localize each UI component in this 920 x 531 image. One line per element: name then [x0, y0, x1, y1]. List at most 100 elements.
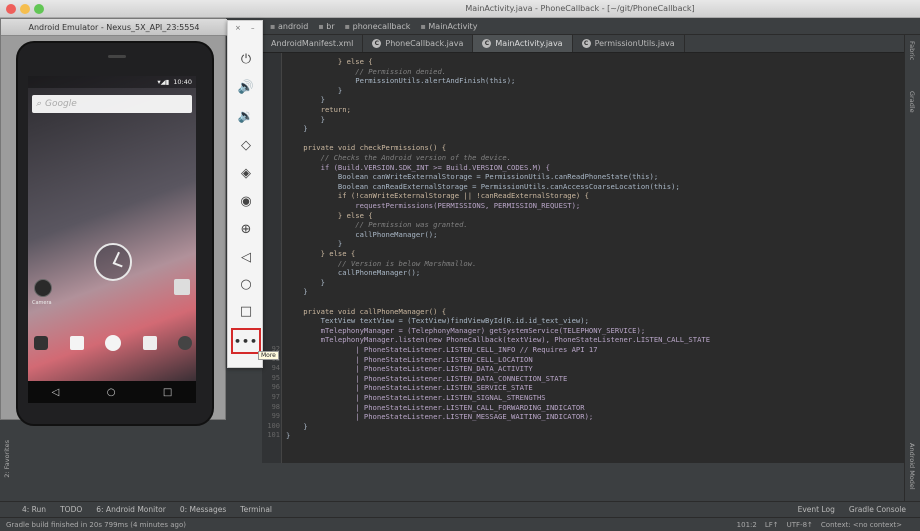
caret-position[interactable]: 101:2 [737, 521, 757, 529]
google-search-bar[interactable]: ⌕ Google [32, 95, 192, 113]
back-icon[interactable]: ◁ [234, 245, 258, 269]
code-line[interactable]: private void callPhoneManager() { [286, 307, 446, 316]
tab-label: AndroidManifest.xml [271, 39, 354, 48]
close-window-icon[interactable] [6, 4, 16, 14]
code-line[interactable]: callPhoneManager(); [286, 268, 420, 277]
tab-label: PermissionUtils.java [594, 39, 675, 48]
volume-down-icon[interactable]: 🔉 [234, 104, 258, 128]
code-line[interactable]: | PhoneStateListener.LISTEN_DATA_CONNECT… [286, 374, 567, 383]
code-line[interactable]: } [286, 287, 307, 296]
browser-app-icon[interactable] [178, 336, 192, 350]
code-line[interactable]: if (!canWriteExternalStorage || !canRead… [286, 191, 589, 200]
tab-phonecallback[interactable]: C PhoneCallback.java [363, 35, 474, 52]
code-line[interactable]: } [286, 431, 290, 440]
context-indicator[interactable]: Context: <no context> [821, 521, 902, 529]
code-line[interactable]: // Permission denied. [286, 67, 446, 76]
code-line[interactable]: } [286, 422, 307, 431]
search-icon: ⌕ [36, 99, 42, 109]
gradle-tool-button[interactable]: Gradle [908, 91, 916, 113]
window-title: MainActivity.java - PhoneCallback - [~/g… [465, 4, 695, 13]
code-area[interactable]: } else { // Permission denied. Permissio… [262, 53, 904, 463]
nav-recents-icon[interactable]: □ [163, 387, 172, 398]
breadcrumb-br[interactable]: br [318, 22, 334, 31]
rotate-right-icon[interactable]: ◈ [234, 161, 258, 185]
code-line[interactable]: PermissionUtils.alertAndFinish(this); [286, 76, 515, 85]
code-line[interactable]: } [286, 115, 325, 124]
app-drawer-icon[interactable] [105, 335, 121, 351]
code-line[interactable]: | PhoneStateListener.LISTEN_DATA_ACTIVIT… [286, 364, 532, 373]
event-log-button[interactable]: Event Log [798, 505, 835, 514]
maximize-window-icon[interactable] [34, 4, 44, 14]
volume-up-icon[interactable]: 🔊 [234, 75, 258, 99]
code-line[interactable]: } else { [286, 57, 373, 66]
favorites-tool-button[interactable]: 2: Favorites [3, 440, 11, 478]
camera-icon[interactable]: ◉ [234, 189, 258, 213]
code-line[interactable]: | PhoneStateListener.LISTEN_MESSAGE_WAIT… [286, 412, 593, 421]
home-icon[interactable]: ○ [234, 272, 258, 296]
line-separator[interactable]: LF↑ [765, 521, 779, 529]
class-icon: C [372, 39, 382, 48]
code-line[interactable]: } [286, 124, 307, 133]
phone-screen[interactable]: ▾◢▮ 10:40 ⌕ Google Camera [28, 76, 196, 381]
code-line[interactable]: } [286, 239, 342, 248]
breadcrumb-mainactivity[interactable]: MainActivity [420, 22, 477, 31]
code-line[interactable]: callPhoneManager(); [286, 230, 437, 239]
code-line[interactable]: } else { [286, 211, 373, 220]
code-editor[interactable]: 9293949596979899100101 } else { // Permi… [262, 53, 904, 463]
terminal-tool-button[interactable]: Terminal [240, 505, 272, 514]
tab-androidmanifest[interactable]: AndroidManifest.xml [262, 35, 364, 52]
rotate-left-icon[interactable]: ◇ [234, 133, 258, 157]
code-line[interactable]: mTelephonyManager.listen(new PhoneCallba… [286, 335, 710, 344]
file-encoding[interactable]: UTF-8↑ [787, 521, 813, 529]
power-icon[interactable]: ⏻ [234, 47, 258, 71]
code-line[interactable]: return; [286, 105, 351, 114]
breadcrumb-android[interactable]: android [270, 22, 308, 31]
gradle-console-button[interactable]: Gradle Console [849, 505, 906, 514]
code-line[interactable]: } else { [286, 249, 356, 258]
todo-tool-button[interactable]: TODO [60, 505, 82, 514]
code-line[interactable]: private void checkPermissions() { [286, 143, 446, 152]
code-line[interactable]: | PhoneStateListener.LISTEN_SIGNAL_STREN… [286, 393, 545, 402]
code-line[interactable]: // Permission was granted. [286, 220, 468, 229]
run-tool-button[interactable]: 4: Run [22, 505, 46, 514]
code-line[interactable]: } [286, 95, 325, 104]
messaging-app-icon[interactable] [142, 336, 157, 350]
toolbar-minimize-icon[interactable]: – [251, 24, 255, 32]
code-line[interactable]: } [286, 86, 342, 95]
play-store-icon[interactable] [174, 279, 190, 295]
code-line[interactable]: requestPermissions(PERMISSIONS, PERMISSI… [286, 201, 580, 210]
code-line[interactable]: mTelephonyManager = (TelephonyManager) g… [286, 326, 646, 335]
code-line[interactable]: Boolean canReadExternalStorage = Permiss… [286, 182, 680, 191]
android-status-bar: ▾◢▮ 10:40 [28, 76, 196, 88]
code-line[interactable]: } [286, 278, 325, 287]
code-line[interactable]: Boolean canWriteExternalStorage = Permis… [286, 172, 658, 181]
breadcrumb-phonecallback[interactable]: phonecallback [345, 22, 411, 31]
more-icon[interactable]: ••• [231, 328, 261, 354]
tab-permissionutils[interactable]: C PermissionUtils.java [573, 35, 685, 52]
tab-label: MainActivity.java [495, 39, 563, 48]
minimize-window-icon[interactable] [20, 4, 30, 14]
code-line[interactable]: if (Build.VERSION.SDK_INT >= Build.VERSI… [286, 163, 550, 172]
code-line[interactable]: | PhoneStateListener.LISTEN_CELL_INFO //… [286, 345, 597, 354]
code-line[interactable]: | PhoneStateListener.LISTEN_CELL_LOCATIO… [286, 355, 532, 364]
tab-mainactivity[interactable]: C MainActivity.java [473, 35, 573, 52]
zoom-icon[interactable]: ⊕ [234, 217, 258, 241]
phone-app-icon[interactable] [34, 336, 48, 350]
analog-clock-widget[interactable] [94, 243, 132, 281]
camera-app-icon[interactable] [34, 279, 52, 297]
tool-windows-bar: 4: Run TODO 6: Android Monitor 0: Messag… [0, 501, 920, 517]
code-line[interactable]: TextView textView = (TextView)findViewBy… [286, 316, 589, 325]
code-line[interactable]: | PhoneStateListener.LISTEN_CALL_FORWARD… [286, 403, 584, 412]
fabric-tool-button[interactable]: Fabric [908, 41, 916, 60]
toolbar-close-icon[interactable]: × [235, 24, 241, 32]
code-line[interactable]: // Checks the Android version of the dev… [286, 153, 511, 162]
nav-back-icon[interactable]: ◁ [52, 387, 60, 398]
messages-tool-button[interactable]: 0: Messages [180, 505, 226, 514]
nav-home-icon[interactable]: ○ [107, 387, 116, 398]
code-line[interactable]: | PhoneStateListener.LISTEN_SERVICE_STAT… [286, 383, 532, 392]
contacts-app-icon[interactable] [69, 336, 84, 350]
android-model-tool-button[interactable]: Android Model [908, 443, 916, 490]
android-monitor-tool-button[interactable]: 6: Android Monitor [96, 505, 166, 514]
code-line[interactable]: // Version is below Marshmallow. [286, 259, 476, 268]
overview-icon[interactable]: □ [234, 299, 258, 323]
